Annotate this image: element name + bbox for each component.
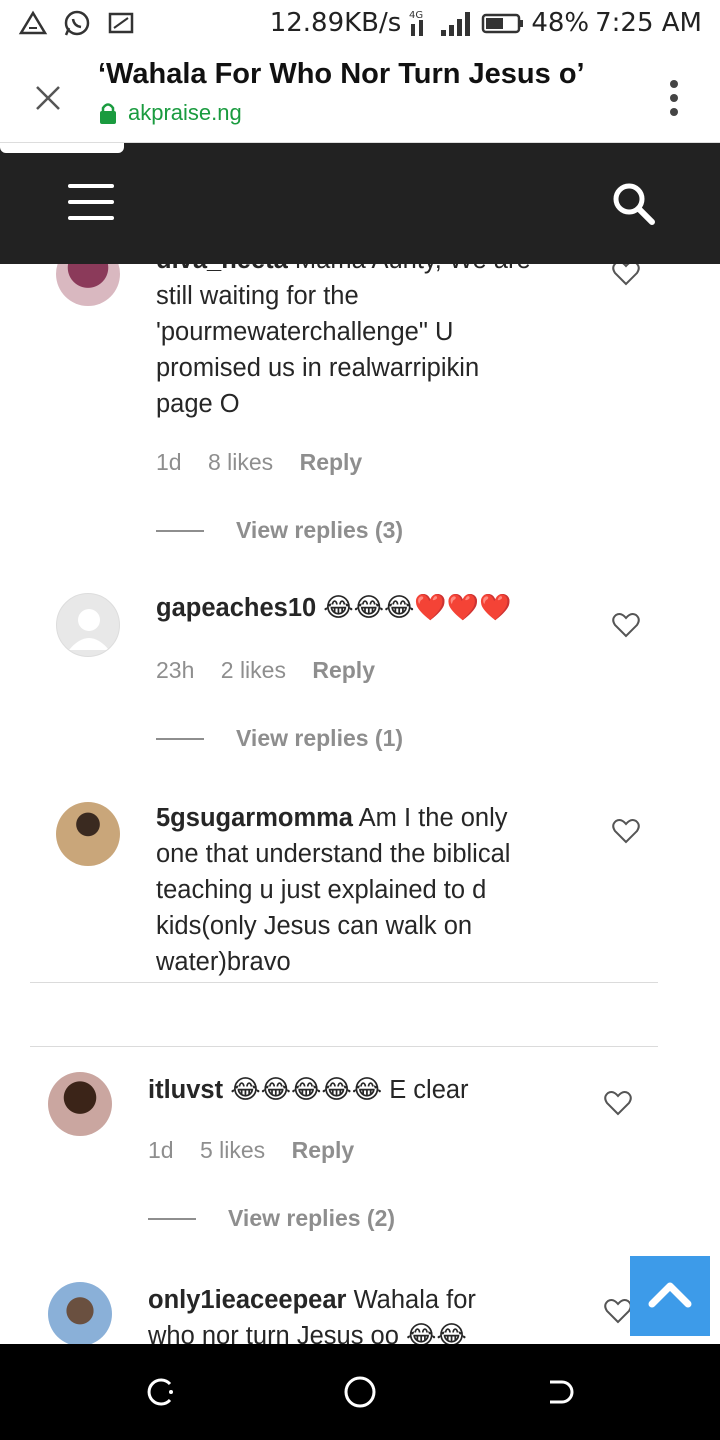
comment-time: 23h (156, 657, 195, 683)
comment-3: 5gsugarmomma Am I the only one that unde… (0, 794, 720, 984)
comment-line: kids(only Jesus can walk on (156, 912, 473, 940)
notification-icons (18, 8, 136, 38)
comment-text: gapeaches10 😂😂😂❤️❤️❤️ (156, 590, 606, 626)
battery-icon (482, 13, 524, 34)
comment-line: E clear (389, 1076, 469, 1104)
divider (30, 1046, 658, 1047)
heart-icon[interactable] (612, 612, 640, 638)
comment-2: gapeaches10 😂😂😂❤️❤️❤️ 23h 2 likes Reply … (0, 584, 720, 764)
warning-icon (18, 10, 48, 35)
comment-username: itluvst (148, 1076, 224, 1104)
page-title: ‘Wahala For Who Nor Turn Jesus o’ (98, 58, 585, 90)
comment-text: itluvst 😂😂😂😂😂 E clear (148, 1072, 598, 1108)
status-right: 12.89KB/s 4G 48% 7:25 AM (270, 8, 702, 38)
comment-line: page O (156, 390, 240, 418)
comment-username: 5gsugarmomma (156, 804, 353, 832)
comment-username: gapeaches10 (156, 594, 317, 622)
heart-icon[interactable] (604, 1298, 632, 1324)
system-nav-bar (0, 1344, 720, 1440)
comments-screenshot: diva_neeta Mama Aunty, We are still wait… (0, 264, 720, 1344)
domain-text: akpraise.ng (128, 100, 242, 125)
reply-link[interactable]: Reply (300, 449, 363, 475)
comment-line: promised us in realwarripikin (156, 354, 480, 382)
clock: 7:25 AM (595, 8, 702, 38)
comment-line: still waiting for the (156, 282, 359, 310)
screenshot-icon (108, 12, 134, 34)
comment-text: 5gsugarmomma Am I the only one that unde… (156, 800, 606, 980)
comment-line: water)bravo (156, 948, 291, 976)
signal-bars-icon (441, 12, 471, 36)
comment-time: 1d (148, 1137, 174, 1163)
comment-username: only1ieaceepear (148, 1286, 347, 1314)
default-avatar-icon (69, 609, 109, 650)
comment-5: only1ieaceepear Wahala for who nor turn … (0, 1274, 720, 1344)
close-icon[interactable] (28, 78, 68, 118)
replies-line (148, 1217, 196, 1220)
comment-meta: 23h 2 likes Reply (156, 657, 395, 684)
view-replies-label: View replies (1) (236, 725, 404, 751)
comment-meta: 1d 5 likes Reply (148, 1137, 374, 1164)
comment-text: diva_neeta Mama Aunty, We are still wait… (156, 264, 596, 422)
custom-tab-header: ‘Wahala For Who Nor Turn Jesus o’ akprai… (0, 50, 720, 143)
comment-line: teaching u just explained to d (156, 876, 487, 904)
signal-4g-icon: 4G (409, 10, 423, 36)
heart-icon[interactable] (612, 818, 640, 844)
avatar (56, 264, 120, 306)
comment-username: diva_neeta (156, 264, 288, 274)
battery-level: 48% (531, 8, 590, 38)
avatar (56, 802, 120, 866)
avatar (56, 593, 120, 657)
whatsapp-icon (64, 10, 90, 36)
view-replies-label: View replies (2) (228, 1205, 396, 1231)
comment-emojis: 😂😂😂😂😂 (230, 1075, 383, 1105)
comment-text: only1ieaceepear Wahala for who nor turn … (148, 1282, 608, 1344)
back-to-top-button[interactable] (630, 1256, 710, 1336)
reply-link[interactable]: Reply (312, 657, 375, 683)
comment-time: 1d (156, 449, 182, 475)
replies-line (156, 737, 204, 740)
recent-apps-icon[interactable] (142, 1374, 178, 1410)
lock-icon (100, 103, 116, 124)
comment-likes[interactable]: 2 likes (221, 657, 286, 683)
comment-line: Mama Aunty, We are (295, 264, 531, 274)
avatar (48, 1282, 112, 1344)
url-row[interactable]: akpraise.ng (98, 100, 242, 126)
comment-line: 'pourmewaterchallenge" U (156, 318, 454, 346)
comment-emojis: 😂😂😂❤️❤️❤️ (323, 593, 512, 623)
comment-likes[interactable]: 5 likes (200, 1137, 265, 1163)
comment-1: diva_neeta Mama Aunty, We are still wait… (0, 264, 720, 564)
search-icon[interactable] (610, 180, 656, 226)
reply-link[interactable]: Reply (292, 1137, 355, 1163)
avatar (48, 1072, 112, 1136)
comment-line: Wahala for (353, 1286, 476, 1314)
comment-likes[interactable]: 8 likes (208, 449, 273, 475)
svg-text:4G: 4G (409, 10, 423, 21)
heart-icon[interactable] (604, 1090, 632, 1116)
divider (30, 982, 658, 983)
view-replies[interactable]: View replies (2) (148, 1205, 395, 1232)
comment-line: Am I the only (358, 804, 508, 832)
back-icon[interactable] (542, 1374, 578, 1410)
comment-emojis: 😂😂 (406, 1321, 467, 1344)
comment-4: itluvst 😂😂😂😂😂 E clear 1d 5 likes Reply V… (0, 1064, 720, 1244)
view-replies-label: View replies (3) (236, 517, 404, 543)
heart-icon[interactable] (612, 264, 640, 286)
replies-line (156, 529, 204, 532)
view-replies[interactable]: View replies (3) (156, 517, 403, 544)
network-speed: 12.89KB/s (269, 8, 402, 38)
screen: 12.89KB/s 4G 48% 7:25 AM ‘Wahala For Who… (0, 0, 720, 1440)
comment-line: one that understand the biblical (156, 840, 511, 868)
tab-notch (0, 143, 124, 153)
more-vert-icon[interactable] (668, 78, 680, 118)
chevron-up-icon (648, 1282, 692, 1308)
comment-line: who nor turn Jesus oo (148, 1322, 399, 1344)
hamburger-icon[interactable] (68, 184, 114, 220)
status-bar: 12.89KB/s 4G 48% 7:25 AM (0, 0, 720, 50)
comment-meta: 1d 8 likes Reply (156, 449, 382, 476)
home-icon[interactable] (342, 1374, 378, 1410)
view-replies[interactable]: View replies (1) (156, 725, 403, 752)
